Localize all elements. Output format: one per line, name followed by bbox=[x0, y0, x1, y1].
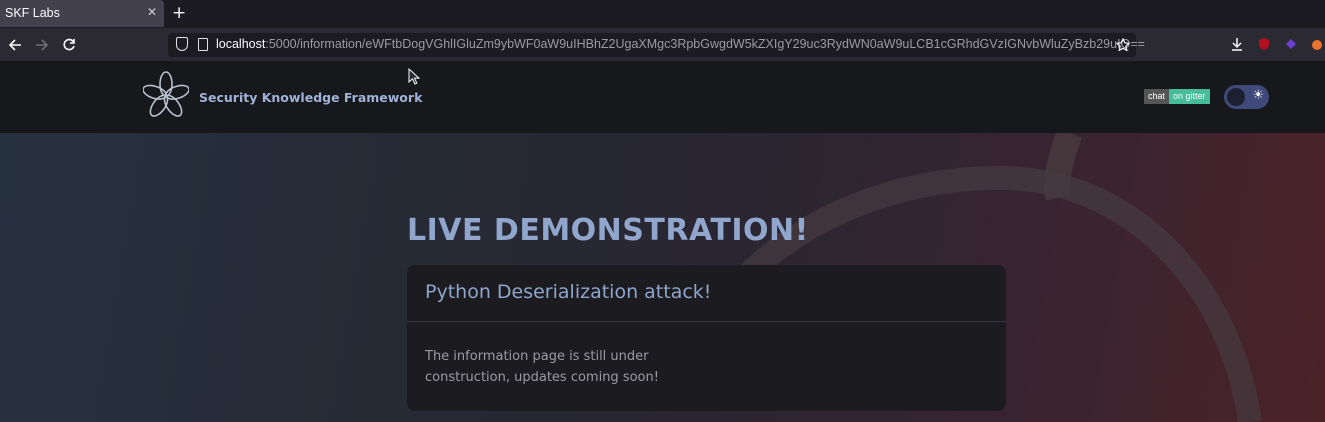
card-body-text: The information page is still under cons… bbox=[425, 349, 659, 385]
card-title: Python Deserialization attack! bbox=[425, 281, 712, 303]
url-path: :5000/information/eWFtbDogVGhlIGluZm9ybW… bbox=[265, 37, 1145, 51]
hero-section: LIVE DEMONSTRATION! Python Deserializati… bbox=[0, 133, 1325, 422]
extension-purple-icon[interactable] bbox=[1284, 37, 1298, 51]
back-icon[interactable] bbox=[8, 38, 22, 52]
url-bar[interactable]: localhost:5000/information/eWFtbDogVGhlI… bbox=[168, 33, 1145, 57]
shield-icon[interactable] bbox=[176, 37, 188, 51]
url-text[interactable]: localhost:5000/information/eWFtbDogVGhlI… bbox=[216, 37, 1145, 51]
skf-logo-icon[interactable] bbox=[143, 71, 189, 121]
gitter-chat-badge[interactable]: chat on gitter bbox=[1144, 89, 1210, 104]
toggle-knob bbox=[1227, 88, 1245, 106]
url-host: localhost bbox=[216, 37, 266, 51]
reload-icon[interactable] bbox=[62, 38, 76, 52]
browser-tab[interactable]: SKF Labs ✕ bbox=[0, 0, 164, 27]
site-header: Security Knowledge Framework chat on git… bbox=[0, 61, 1325, 133]
bookmark-star-icon[interactable] bbox=[1116, 38, 1130, 52]
badge-value: on gitter bbox=[1169, 89, 1210, 104]
tab-title: SKF Labs bbox=[5, 6, 60, 20]
info-card: Python Deserialization attack! The infor… bbox=[407, 265, 1006, 411]
card-divider bbox=[407, 321, 1006, 322]
theme-toggle[interactable]: ☀ bbox=[1224, 85, 1269, 109]
page-info-icon[interactable] bbox=[198, 38, 208, 51]
ublock-icon[interactable] bbox=[1257, 37, 1271, 51]
downloads-icon[interactable] bbox=[1230, 37, 1244, 51]
brand-name[interactable]: Security Knowledge Framework bbox=[199, 90, 422, 105]
extension-fox-icon[interactable] bbox=[1310, 37, 1324, 51]
sun-icon: ☀ bbox=[1252, 88, 1264, 103]
new-tab-button[interactable]: + bbox=[172, 3, 186, 23]
tab-close-icon[interactable]: ✕ bbox=[147, 5, 157, 19]
badge-label: chat bbox=[1144, 89, 1170, 104]
forward-icon[interactable] bbox=[35, 38, 49, 52]
nav-toolbar: localhost:5000/information/eWFtbDogVGhlI… bbox=[0, 28, 1325, 61]
tab-strip: SKF Labs ✕ + bbox=[0, 0, 1325, 28]
page-heading: LIVE DEMONSTRATION! bbox=[407, 213, 809, 248]
mouse-pointer-icon bbox=[408, 68, 420, 85]
